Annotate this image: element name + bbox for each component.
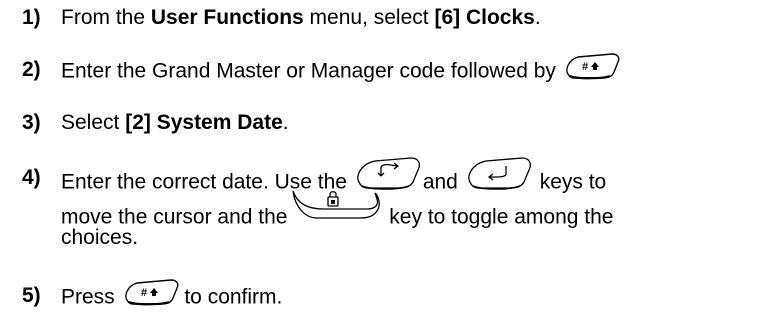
step-text: Enter the Grand Master or Manager code f…	[61, 53, 620, 86]
menu-option: [6] Clocks	[434, 6, 535, 29]
left-arrow-key-icon	[353, 156, 423, 190]
step-text-line-3: choices.	[61, 226, 139, 249]
pound-enter-key-icon: #	[562, 52, 620, 80]
step-text-line-2: move the cursor and the key to toggle am…	[61, 190, 613, 235]
step-text: Press # to confirm.	[61, 279, 282, 312]
pound-enter-key-icon: #	[121, 278, 179, 306]
svg-text:#: #	[141, 287, 147, 299]
lock-key-icon	[287, 187, 383, 221]
step-text: From the User Functions menu, select [6]…	[61, 6, 541, 29]
right-arrow-key-icon	[464, 156, 534, 190]
menu-option: [2] System Date	[125, 111, 283, 134]
svg-text:#: #	[582, 61, 588, 73]
step-number: 5)	[22, 284, 41, 307]
step-number: 2)	[22, 58, 41, 81]
step-number: 3)	[22, 111, 41, 134]
step-number: 4)	[22, 166, 41, 189]
step-number: 1)	[22, 6, 41, 29]
step-text: Select [2] System Date.	[61, 111, 289, 134]
menu-name: User Functions	[150, 6, 304, 29]
